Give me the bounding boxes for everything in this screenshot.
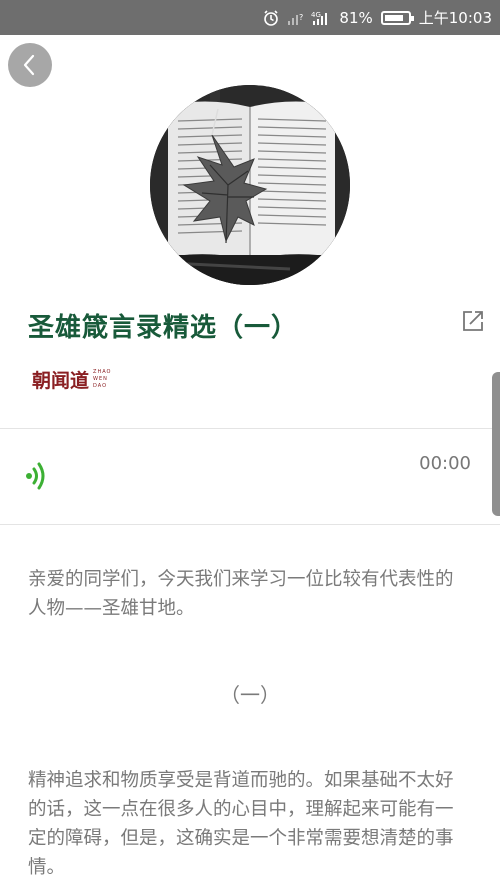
alarm-icon [263, 9, 279, 26]
svg-text:?: ? [299, 13, 303, 22]
battery-percent: 81% [339, 8, 373, 27]
intro-paragraph: 亲爱的同学们，今天我们来学习一位比较有代表性的人物——圣雄甘地。 [28, 569, 454, 619]
cellular-4g-icon: 4G [311, 10, 331, 26]
chevron-left-icon [23, 54, 35, 76]
brand-name: 朝闻道 [32, 370, 90, 392]
page-title: 圣雄箴言录精选（一） [28, 313, 299, 343]
battery-icon [380, 10, 414, 25]
audio-time: 00:00 [419, 453, 471, 474]
no-signal-icon: ? [287, 10, 303, 26]
audio-player[interactable]: 00:00 [0, 428, 500, 525]
body-paragraph: 精神追求和物质享受是背道而驰的。如果基础不太好的话，这一点在很多人的心目中，理解… [28, 770, 454, 878]
side-drawer-handle[interactable] [492, 372, 500, 516]
section-heading: （一） [220, 683, 280, 707]
cover-image [150, 85, 350, 285]
share-external-icon [463, 311, 483, 331]
status-bar: ? 4G 81% 上午10:03 [0, 0, 500, 35]
back-button[interactable] [8, 43, 52, 87]
audio-wave-icon[interactable] [24, 459, 54, 493]
status-time: 上午10:03 [418, 9, 492, 27]
svg-text:4G: 4G [311, 11, 321, 19]
brand-pinyin: ZHAO WEN DAO [93, 369, 112, 389]
share-button[interactable] [460, 308, 486, 334]
brand-logo: 朝闻道 ZHAO WEN DAO [32, 366, 111, 393]
